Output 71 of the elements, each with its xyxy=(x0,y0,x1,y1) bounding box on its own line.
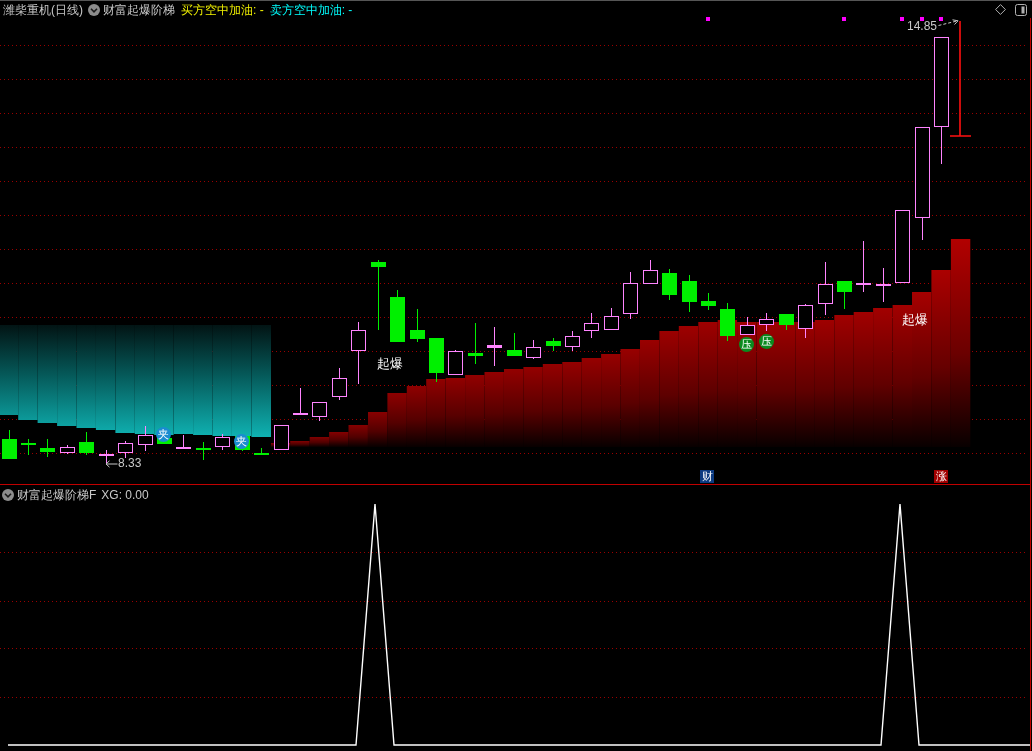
square-marker-icon xyxy=(842,17,846,21)
candlestick xyxy=(604,307,619,330)
square-marker-icon xyxy=(706,17,710,21)
indicator-readout: 买方空中加油: - xyxy=(181,2,264,17)
indicator-readout: 卖方空中加油: - xyxy=(269,2,353,17)
candlestick xyxy=(99,449,114,464)
candlestick xyxy=(837,281,852,310)
candlestick xyxy=(351,321,366,385)
candlestick xyxy=(701,292,716,311)
candlestick xyxy=(720,302,735,342)
candlestick xyxy=(487,326,502,367)
candlestick xyxy=(390,289,405,342)
indicator-name: 财富起爆阶梯F xyxy=(17,488,97,502)
candlestick xyxy=(274,425,289,450)
candlestick xyxy=(740,316,755,335)
high-price-label: 14.85 xyxy=(907,20,938,33)
candlestick xyxy=(79,431,94,456)
candlestick xyxy=(371,259,386,331)
panel-toggle-icon[interactable] xyxy=(1015,3,1027,16)
ladder-bar xyxy=(445,378,466,447)
candlestick xyxy=(546,337,561,352)
candlestick xyxy=(60,444,75,455)
low-price-label: 8.33 xyxy=(118,457,142,470)
candlestick xyxy=(40,438,55,458)
candlestick xyxy=(662,268,677,301)
square-marker-icon xyxy=(939,17,943,21)
signal-label: 起爆 xyxy=(902,313,928,326)
candlestick xyxy=(254,447,269,455)
stock-title: 潍柴重机(日线) xyxy=(3,2,83,17)
candlestick xyxy=(584,312,599,339)
candlestick xyxy=(118,440,133,459)
square-marker-icon xyxy=(900,17,904,21)
signal-label: 起爆 xyxy=(377,357,403,370)
signal-tag: 涨 xyxy=(934,470,948,483)
candlestick xyxy=(312,402,327,422)
candlestick xyxy=(293,387,308,415)
candlestick xyxy=(429,338,444,383)
candlestick xyxy=(526,339,541,360)
chevron-down-icon[interactable] xyxy=(88,3,100,16)
ladder-bar xyxy=(406,386,427,447)
candlestick xyxy=(643,259,658,284)
candlestick xyxy=(759,312,774,332)
candlestick xyxy=(410,308,425,343)
candlestick xyxy=(2,429,17,459)
candlestick xyxy=(448,349,463,375)
candlestick xyxy=(21,438,36,456)
candlestick xyxy=(468,322,483,365)
candlestick xyxy=(876,267,891,303)
candlestick xyxy=(507,332,522,356)
chevron-down-icon[interactable] xyxy=(2,489,14,501)
candlestick xyxy=(565,330,580,352)
ladder-bar xyxy=(465,375,485,447)
candlestick xyxy=(682,274,697,313)
indicator-name: 财富起爆阶梯 xyxy=(103,2,175,17)
arrow-icon xyxy=(938,19,959,27)
candlestick xyxy=(779,314,794,331)
candlestick xyxy=(332,367,347,401)
indicator-reading: XG: 0.00 xyxy=(101,488,149,502)
candlestick xyxy=(176,434,191,449)
candlestick xyxy=(196,441,211,461)
arrow-icon xyxy=(105,460,118,468)
signal-tag: 财 xyxy=(700,470,714,483)
candlestick xyxy=(215,433,230,451)
candlestick xyxy=(138,425,153,452)
diamond-icon[interactable] xyxy=(995,4,1006,15)
square-marker-icon xyxy=(920,17,924,21)
candlestick xyxy=(818,261,833,316)
ladder-bar xyxy=(426,379,446,447)
candlestick xyxy=(623,271,638,320)
candlestick xyxy=(798,303,813,339)
candlestick xyxy=(856,240,871,293)
